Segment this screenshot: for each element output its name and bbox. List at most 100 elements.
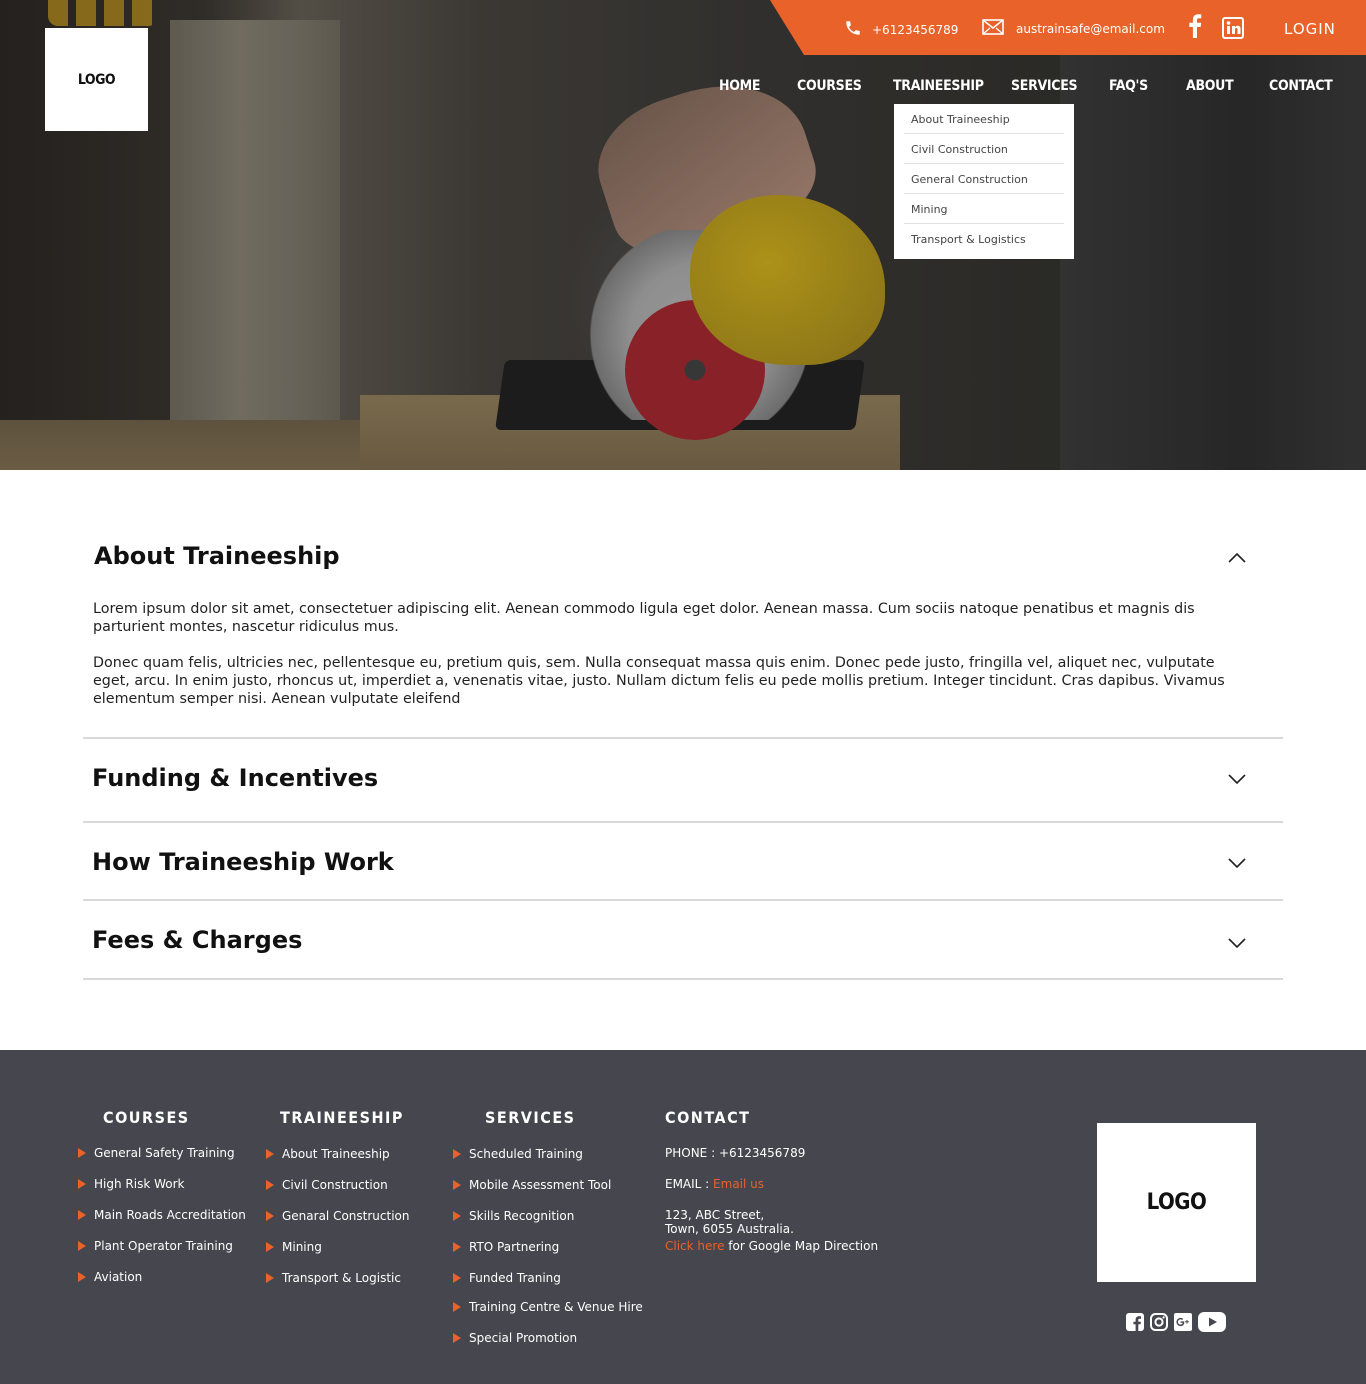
triangle-right-icon — [453, 1302, 461, 1312]
footer-link[interactable]: Training Centre & Venue Hire — [453, 1300, 643, 1331]
footer-services-list: Scheduled Training Mobile Assessment Too… — [453, 1147, 643, 1362]
footer-link[interactable]: About Traineeship — [266, 1147, 409, 1178]
header-phone-text: +6123456789 — [872, 22, 959, 37]
triangle-right-icon — [266, 1149, 274, 1159]
footer-logo-text: LOGO — [1146, 1190, 1207, 1215]
footer-email-label: EMAIL : — [665, 1177, 714, 1191]
footer: COURSES General Safety Training High Ris… — [0, 1050, 1366, 1384]
triangle-right-icon — [453, 1211, 461, 1221]
footer-link[interactable]: Main Roads Accreditation — [78, 1208, 246, 1239]
footer-link[interactable]: Skills Recognition — [453, 1209, 643, 1240]
footer-link[interactable]: Genaral Construction — [266, 1209, 409, 1240]
dropdown-item-mining[interactable]: Mining — [904, 194, 1064, 224]
nav-faqs[interactable]: FAQ'S — [1109, 78, 1148, 94]
footer-phone-value: +6123456789 — [718, 1146, 806, 1160]
triangle-right-icon — [266, 1242, 274, 1252]
google-plus-icon[interactable] — [1174, 1313, 1192, 1335]
triangle-right-icon — [453, 1180, 461, 1190]
footer-map-text: for Google Map Direction — [724, 1239, 879, 1253]
chevron-down-icon[interactable] — [1228, 934, 1246, 952]
accordion-divider — [83, 737, 1283, 739]
accordion-divider — [83, 899, 1283, 901]
dropdown-item-civil-construction[interactable]: Civil Construction — [904, 134, 1064, 164]
footer-services-title: SERVICES — [485, 1108, 576, 1127]
youtube-icon[interactable] — [1198, 1312, 1226, 1336]
header-phone[interactable]: +6123456789 — [844, 19, 958, 40]
nav-courses[interactable]: COURSES — [797, 78, 862, 94]
top-contact-bar: +6123456789 austrainsafe@email.com LOGIN — [770, 0, 1366, 55]
accordion-title-about[interactable]: About Traineeship — [94, 542, 340, 570]
triangle-right-icon — [453, 1333, 461, 1343]
nav-contact[interactable]: CONTACT — [1269, 78, 1333, 94]
footer-map-link[interactable]: Click here — [665, 1239, 724, 1253]
login-button[interactable]: LOGIN — [1284, 20, 1336, 38]
accordion-divider — [83, 821, 1283, 823]
triangle-right-icon — [78, 1179, 86, 1189]
dropdown-item-general-construction[interactable]: General Construction — [904, 164, 1064, 194]
footer-social — [1126, 1312, 1226, 1336]
footer-traineeship-title: TRAINEESHIP — [280, 1108, 404, 1127]
nav-home[interactable]: HOME — [719, 78, 761, 94]
linkedin-icon[interactable] — [1222, 17, 1244, 43]
accordion-paragraph: Lorem ipsum dolor sit amet, consectetuer… — [93, 601, 1195, 635]
footer-link[interactable]: Plant Operator Training — [78, 1239, 246, 1270]
footer-logo[interactable]: LOGO — [1097, 1123, 1256, 1282]
footer-phone: PHONE : +6123456789 — [665, 1146, 878, 1160]
accordion-body-about: Lorem ipsum dolor sit amet, consectetuer… — [93, 600, 1243, 708]
footer-link[interactable]: Civil Construction — [266, 1178, 409, 1209]
nav-services[interactable]: SERVICES — [1011, 78, 1078, 94]
chevron-down-icon[interactable] — [1228, 854, 1246, 872]
chevron-up-icon[interactable] — [1228, 549, 1246, 567]
footer-address-line1: 123, ABC Street, — [665, 1208, 765, 1222]
footer-address-line2: Town, 6055 Australia. — [665, 1222, 794, 1236]
footer-courses-list: General Safety Training High Risk Work M… — [78, 1146, 246, 1301]
accordion-title-fees[interactable]: Fees & Charges — [92, 926, 302, 954]
traineeship-dropdown: About Traineeship Civil Construction Gen… — [894, 104, 1074, 259]
triangle-right-icon — [453, 1149, 461, 1159]
dropdown-item-about-traineeship[interactable]: About Traineeship — [904, 104, 1064, 134]
facebook-icon[interactable] — [1188, 14, 1202, 42]
footer-link[interactable]: General Safety Training — [78, 1146, 246, 1177]
footer-link[interactable]: Aviation — [78, 1270, 246, 1301]
footer-link[interactable]: Mobile Assessment Tool — [453, 1178, 643, 1209]
mail-icon — [982, 19, 1004, 38]
accordion-divider — [83, 978, 1283, 980]
triangle-right-icon — [78, 1148, 86, 1158]
dropdown-item-transport-logistics[interactable]: Transport & Logistics — [904, 224, 1064, 254]
chevron-down-icon[interactable] — [1228, 770, 1246, 788]
hero-banner — [0, 0, 1366, 470]
triangle-right-icon — [453, 1273, 461, 1283]
hero-overlay — [0, 0, 1366, 470]
footer-link[interactable]: Transport & Logistic — [266, 1271, 409, 1302]
accordion-paragraph: Donec quam felis, ultricies nec, pellent… — [93, 655, 1225, 707]
footer-link[interactable]: High Risk Work — [78, 1177, 246, 1208]
triangle-right-icon — [266, 1180, 274, 1190]
footer-map: Click here for Google Map Direction — [665, 1239, 878, 1253]
triangle-right-icon — [78, 1272, 86, 1282]
footer-phone-label: PHONE : — [665, 1146, 719, 1160]
main-nav: HOME COURSES TRAINEESHIP SERVICES FAQ'S … — [0, 78, 1366, 100]
footer-email-link[interactable]: Email us — [713, 1177, 764, 1191]
nav-about[interactable]: ABOUT — [1186, 78, 1234, 94]
triangle-right-icon — [266, 1211, 274, 1221]
footer-contact-title: CONTACT — [665, 1108, 751, 1127]
facebook-square-icon[interactable] — [1126, 1313, 1144, 1335]
footer-contact-block: PHONE : +6123456789 EMAIL : Email us 123… — [665, 1146, 878, 1253]
footer-link[interactable]: Special Promotion — [453, 1331, 643, 1362]
phone-icon — [844, 19, 862, 40]
accordion-title-how-it-works[interactable]: How Traineeship Work — [92, 848, 394, 876]
footer-link[interactable]: Scheduled Training — [453, 1147, 643, 1178]
nav-traineeship[interactable]: TRAINEESHIP — [893, 78, 984, 94]
accordion-title-funding[interactable]: Funding & Incentives — [92, 764, 378, 792]
footer-link[interactable]: RTO Partnering — [453, 1240, 643, 1271]
triangle-right-icon — [78, 1210, 86, 1220]
footer-traineeship-list: About Traineeship Civil Construction Gen… — [266, 1147, 409, 1302]
footer-link[interactable]: Mining — [266, 1240, 409, 1271]
header-email[interactable]: austrainsafe@email.com — [982, 19, 1165, 38]
footer-link[interactable]: Funded Traning — [453, 1271, 643, 1300]
footer-courses-title: COURSES — [103, 1108, 190, 1127]
triangle-right-icon — [78, 1241, 86, 1251]
footer-email: EMAIL : Email us — [665, 1177, 878, 1191]
instagram-icon[interactable] — [1150, 1313, 1168, 1335]
triangle-right-icon — [266, 1273, 274, 1283]
